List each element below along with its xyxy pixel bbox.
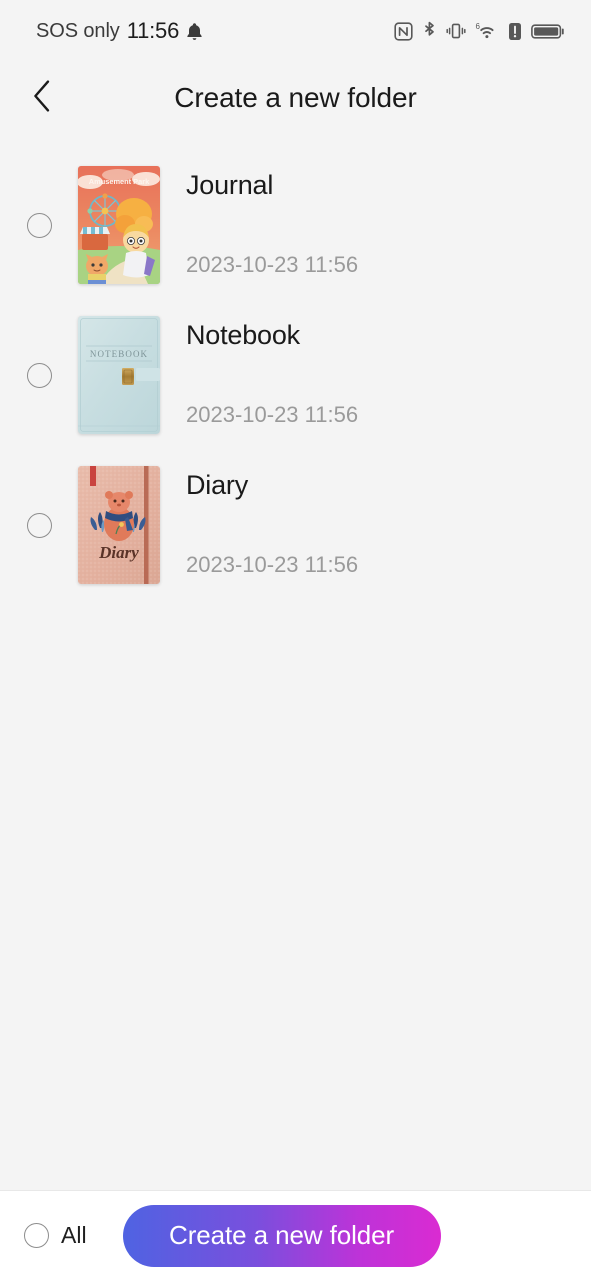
- chevron-left-icon: [31, 79, 53, 118]
- cover-thumbnail-notebook[interactable]: NOTEBOOK: [78, 316, 160, 434]
- list-item[interactable]: NOTEBOOK Notebook 2023-10-23 11:56: [0, 300, 591, 450]
- folder-template-list: Amusement Park Journal 2023-10-23 11:56 …: [0, 134, 591, 1190]
- svg-text:6: 6: [476, 22, 481, 31]
- list-item-radio-cell[interactable]: [0, 362, 78, 388]
- list-item-text-notebook: Notebook 2023-10-23 11:56: [160, 316, 571, 434]
- status-bar-left: SOS only 11:56: [36, 18, 203, 44]
- list-item-name: Journal: [186, 170, 274, 200]
- svg-text:Amusement Park: Amusement Park: [89, 177, 150, 186]
- list-item-date: 2023-10-23 11:56: [186, 402, 359, 427]
- app-screen: SOS only 11:56 6 Create a new folder Amu…: [0, 0, 591, 1280]
- create-new-folder-button[interactable]: Create a new folder: [122, 1204, 441, 1267]
- bell-icon: [186, 22, 203, 41]
- alert-icon: [508, 22, 522, 41]
- list-item-radio-cell[interactable]: [0, 512, 78, 538]
- list-item-name: Notebook: [186, 320, 300, 350]
- clock-label: 11:56: [126, 18, 180, 43]
- list-item[interactable]: Diary Diary 2023-10-23 11:56: [0, 450, 591, 600]
- back-button[interactable]: [18, 74, 66, 122]
- status-bar-right: 6: [394, 21, 565, 41]
- cover-thumbnail-journal[interactable]: Amusement Park: [78, 166, 160, 284]
- list-item-name: Diary: [186, 470, 249, 500]
- list-item-date: 2023-10-23 11:56: [186, 552, 359, 577]
- radio-button-notebook[interactable]: [26, 362, 52, 388]
- bottom-action-bar: All Create a new folder: [0, 1190, 591, 1280]
- cover-thumbnail-diary[interactable]: Diary: [78, 466, 160, 584]
- bluetooth-icon: [422, 21, 437, 41]
- svg-text:Diary: Diary: [98, 543, 139, 562]
- vibrate-icon: [446, 21, 466, 41]
- list-item-date: 2023-10-23 11:56: [186, 252, 359, 277]
- carrier-label: SOS only: [36, 19, 120, 42]
- list-item-text-journal: Journal 2023-10-23 11:56: [160, 166, 571, 284]
- list-item[interactable]: Amusement Park Journal 2023-10-23 11:56: [0, 150, 591, 300]
- list-item-radio-cell[interactable]: [0, 212, 78, 238]
- svg-text:NOTEBOOK: NOTEBOOK: [90, 349, 148, 359]
- wifi-6-icon: 6: [475, 21, 499, 41]
- page-header: Create a new folder: [0, 62, 591, 134]
- radio-button-journal[interactable]: [26, 212, 52, 238]
- status-bar: SOS only 11:56 6: [0, 0, 591, 62]
- nfc-icon: [394, 21, 413, 41]
- radio-button-diary[interactable]: [26, 512, 52, 538]
- select-all-radio[interactable]: [24, 1223, 49, 1248]
- select-all-control[interactable]: All: [24, 1222, 87, 1249]
- page-title: Create a new folder: [174, 82, 417, 113]
- list-item-text-diary: Diary 2023-10-23 11:56: [160, 466, 571, 584]
- battery-icon: [531, 22, 565, 41]
- select-all-label: All: [61, 1222, 87, 1248]
